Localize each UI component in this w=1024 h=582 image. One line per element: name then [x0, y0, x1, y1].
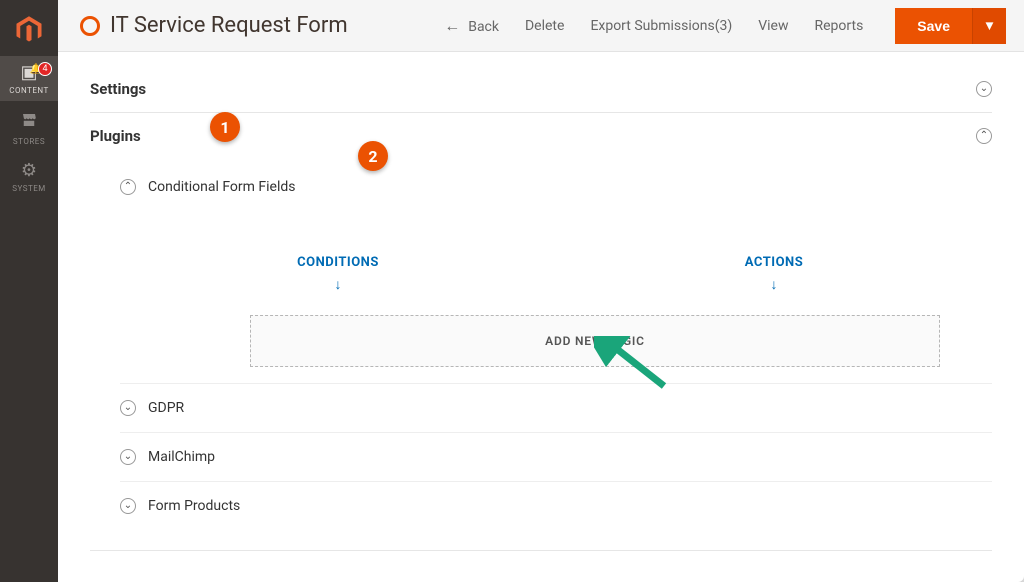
sidebar-item-label: CONTENT — [9, 86, 49, 95]
plugin-mailchimp[interactable]: ⌄ MailChimp — [120, 432, 992, 481]
conditional-plugin-body: CONDITIONS ↓ ACTIONS ↓ ADD NEW LOGIC — [120, 211, 992, 383]
chevron-down-icon: ⌄ — [120, 498, 136, 514]
arrow-down-icon: ↓ — [556, 276, 992, 293]
section-settings: Settings ⌄ — [90, 66, 992, 113]
conditions-column: CONDITIONS ↓ — [120, 255, 556, 293]
magento-logo — [0, 6, 58, 54]
magento-logo-icon — [14, 15, 44, 45]
chevron-up-icon: ⌃ — [976, 128, 992, 144]
admin-sidebar: ▣ CONTENT 🔔 4 STORES ⚙ SYSTEM — [0, 0, 58, 582]
chevron-down-icon: ⌄ — [120, 449, 136, 465]
plugin-gdpr[interactable]: ⌄ GDPR — [120, 383, 992, 432]
sidebar-item-system[interactable]: ⚙ SYSTEM — [0, 154, 58, 199]
sidebar-item-label: SYSTEM — [12, 184, 46, 193]
gear-icon: ⚙ — [21, 162, 37, 180]
save-button[interactable]: Save — [895, 8, 972, 44]
sidebar-item-content[interactable]: ▣ CONTENT 🔔 4 — [0, 56, 58, 101]
actions-column: ACTIONS ↓ — [556, 255, 992, 293]
annotation-arrow-icon — [594, 336, 674, 400]
save-dropdown-toggle[interactable]: ▼ — [972, 8, 1006, 44]
plugin-label: Form Products — [148, 498, 240, 514]
sidebar-item-label: STORES — [13, 137, 45, 146]
delete-button[interactable]: Delete — [525, 18, 564, 34]
form-icon — [80, 16, 100, 36]
chevron-up-icon: ⌃ — [120, 179, 136, 195]
plugin-label: Conditional Form Fields — [148, 179, 296, 195]
sidebar-item-stores[interactable]: STORES — [0, 103, 58, 152]
save-button-group: Save ▼ — [895, 8, 1006, 44]
section-label: Settings — [90, 80, 146, 98]
conditions-actions-header: CONDITIONS ↓ ACTIONS ↓ — [120, 229, 992, 307]
page-content: Settings ⌄ Plugins ⌃ ⌃ Conditional Form … — [58, 52, 1024, 582]
page-header: IT Service Request Form Back Delete Expo… — [58, 0, 1024, 52]
plugin-form-products[interactable]: ⌄ Form Products — [120, 481, 992, 530]
notification-badge: 4 — [38, 62, 52, 76]
conditions-heading: CONDITIONS — [120, 255, 556, 270]
plugin-conditional-form-fields[interactable]: ⌃ Conditional Form Fields — [120, 163, 992, 211]
header-actions: Back Delete Export Submissions(3) View R… — [444, 8, 1006, 44]
annotation-bubble-2: 2 — [358, 141, 388, 171]
back-button[interactable]: Back — [444, 16, 499, 36]
view-button[interactable]: View — [758, 18, 788, 34]
page-title: IT Service Request Form — [110, 13, 348, 38]
plugins-body: ⌃ Conditional Form Fields CONDITIONS ↓ A… — [90, 159, 992, 550]
section-label: Plugins — [90, 127, 141, 145]
arrow-down-icon: ↓ — [120, 276, 556, 293]
export-submissions-button[interactable]: Export Submissions(3) — [590, 18, 732, 34]
annotation-bubble-1: 1 — [210, 112, 240, 142]
chevron-down-icon: ⌄ — [976, 81, 992, 97]
store-icon — [20, 111, 38, 133]
section-plugins: Plugins ⌃ ⌃ Conditional Form Fields COND… — [90, 113, 992, 551]
reports-button[interactable]: Reports — [815, 18, 864, 34]
chevron-down-icon: ⌄ — [120, 400, 136, 416]
plugin-label: MailChimp — [148, 449, 215, 465]
section-settings-toggle[interactable]: Settings ⌄ — [90, 66, 992, 112]
caret-down-icon: ▼ — [983, 18, 996, 33]
page-title-wrap: IT Service Request Form — [80, 13, 348, 38]
actions-heading: ACTIONS — [556, 255, 992, 270]
plugin-label: GDPR — [148, 400, 184, 416]
